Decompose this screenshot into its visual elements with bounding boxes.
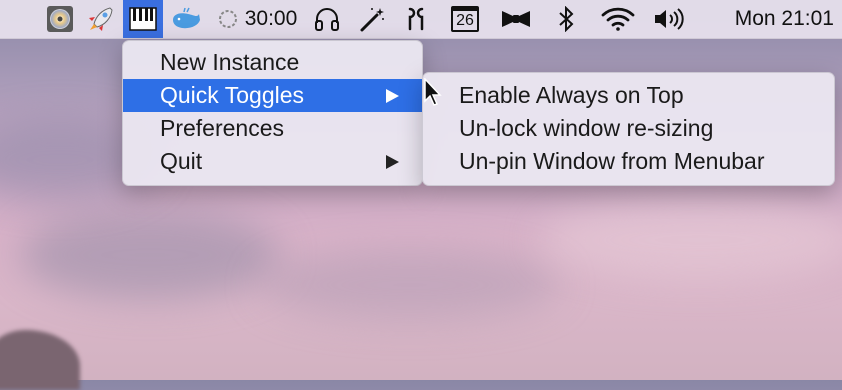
menu-item-new-instance[interactable]: New Instance xyxy=(123,46,422,79)
bowtie-icon[interactable] xyxy=(498,0,534,38)
calendar-day: 26 xyxy=(456,12,474,29)
rock-silhouette xyxy=(0,330,80,390)
airpods-icon[interactable] xyxy=(400,0,432,38)
mouse-cursor-icon xyxy=(424,77,444,113)
submenu-arrow-icon xyxy=(386,154,399,169)
quick-toggles-submenu: Enable Always on Top Un-lock window re-s… xyxy=(422,72,835,186)
menu-item-preferences[interactable]: Preferences xyxy=(123,112,422,145)
app-menu: New Instance Quick Toggles Preferences Q… xyxy=(122,40,423,186)
submenu-arrow-icon xyxy=(386,88,399,103)
menubar: 30:00 26 Mon 21:01 xyxy=(0,0,842,39)
magic-wand-icon[interactable] xyxy=(356,0,388,38)
menu-item-quick-toggles[interactable]: Quick Toggles xyxy=(123,79,422,112)
piano-icon[interactable] xyxy=(123,0,163,38)
timer-text[interactable]: 30:00 xyxy=(243,0,299,38)
menubar-clock[interactable]: Mon 21:01 xyxy=(712,0,834,38)
calendar-icon[interactable]: 26 xyxy=(448,0,482,38)
rocket-icon[interactable] xyxy=(84,0,118,38)
wifi-icon[interactable] xyxy=(598,0,638,38)
submenu-item-unpin-window[interactable]: Un-pin Window from Menubar xyxy=(423,145,834,178)
submenu-item-label: Enable Always on Top xyxy=(459,82,684,108)
submenu-item-label: Un-pin Window from Menubar xyxy=(459,148,765,174)
menu-item-quit[interactable]: Quit xyxy=(123,145,422,178)
timer-icon[interactable] xyxy=(214,0,242,38)
dvd-icon[interactable] xyxy=(44,0,76,38)
whale-icon[interactable] xyxy=(168,0,204,38)
submenu-item-always-on-top[interactable]: Enable Always on Top xyxy=(423,79,834,112)
volume-icon[interactable] xyxy=(650,0,686,38)
submenu-item-label: Un-lock window re-sizing xyxy=(459,115,714,141)
menu-item-label: Preferences xyxy=(160,115,285,141)
bluetooth-icon[interactable] xyxy=(552,0,580,38)
menu-item-label: Quit xyxy=(160,148,203,174)
menu-item-label: Quick Toggles xyxy=(160,82,305,108)
submenu-item-unlock-resizing[interactable]: Un-lock window re-sizing xyxy=(423,112,834,145)
headphones-icon[interactable] xyxy=(310,0,344,38)
menu-item-label: New Instance xyxy=(160,49,300,75)
